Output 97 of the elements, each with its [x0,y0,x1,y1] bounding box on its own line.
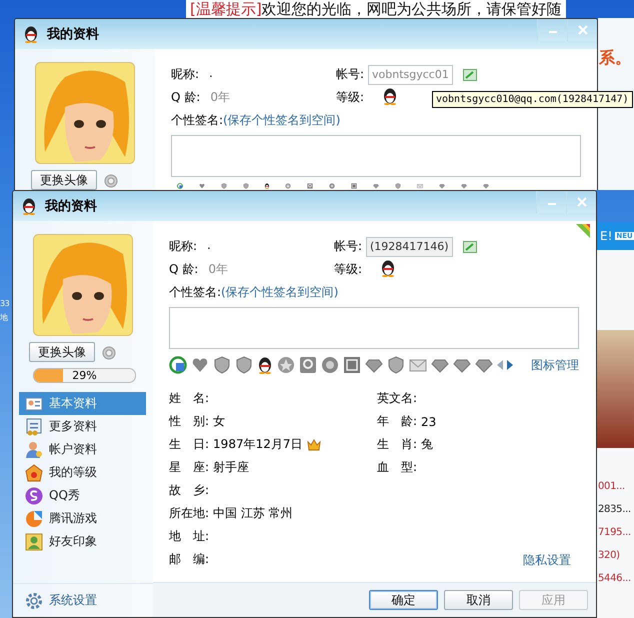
game-logo-icon [25,510,43,528]
nav-item[interactable]: 帐户资料 [19,438,146,461]
level-penguin-icon [380,259,396,277]
shield-icon[interactable] [235,356,253,374]
nav-item[interactable]: 更多资料 [19,415,146,438]
nav-item[interactable]: QQ秀 [19,484,146,507]
account-label: 帐号: [334,238,364,255]
list-entry[interactable]: 320) [598,549,631,562]
scroll-left-icon[interactable] [497,360,503,370]
progress-text: 29% [71,369,98,382]
dialog-button[interactable]: 取消 [444,590,513,610]
square-badge-icon[interactable] [343,356,361,374]
magnifier-icon[interactable] [299,356,317,374]
account-field[interactable]: (1928417146) [366,236,453,256]
nav-item[interactable]: 好友印象 [19,530,146,553]
notice-banner: [温馨提示]欢迎您的光临，网吧为公共场所，请保管好随 [186,0,566,18]
document-icon [25,418,43,436]
account-field[interactable]: vobntsgycc01 [368,64,453,84]
q-age-label: Q 龄: [171,89,200,106]
settings-link[interactable]: 系统设置 [49,592,97,609]
desktop-text: 地 [0,312,9,324]
field-value: 射手座 [213,459,250,476]
desktop-text: 33 [0,298,10,310]
banner-text: E! [600,229,612,243]
nav-item[interactable]: 基本资料 [19,392,146,415]
list-entry[interactable]: 001... [598,480,631,493]
signature-label: 个性签名: [171,112,224,129]
signature-field[interactable] [171,135,581,177]
camera-icon[interactable] [101,344,117,360]
save-signature-link[interactable]: (保存个性签名到空间) [221,284,338,301]
list-entry[interactable]: 5446... [598,572,631,585]
star-icon[interactable] [277,356,295,374]
window-title: 我的资料 [45,198,97,215]
field-label: 故 乡: [169,482,210,499]
person-icon [25,440,43,458]
penguin-icon [257,356,273,374]
color-corner-icon[interactable] [576,224,590,238]
field-label: 邮 编: [169,551,210,568]
field-label: 英文名: [377,390,418,407]
signature-label: 个性签名: [169,284,222,301]
field-label: 性 别: [169,413,210,430]
q-age-value: 0年 [210,89,230,106]
field-label: 生 日: [169,436,210,453]
scroll-right-icon[interactable] [507,360,513,370]
close-icon [578,25,588,35]
close-icon [576,197,586,207]
nickname-label: 昵称: [169,238,198,255]
penguin-icon [23,25,39,43]
swirl-icon [25,486,43,504]
field-label: 血 型: [377,459,418,476]
field-label: 生 肖: [377,436,418,453]
penguin-icon [21,197,37,215]
shield-icon[interactable] [213,356,231,374]
icon-manage-link[interactable]: 图标管理 [531,356,579,374]
edit-icon[interactable] [462,68,477,80]
change-avatar-button[interactable]: 更换头像 [29,342,95,362]
q-age-label: Q 龄: [169,261,198,278]
id-card-icon [25,396,43,412]
nav-item[interactable]: 腾讯游戏 [19,507,146,530]
nickname-value: . [209,66,213,82]
crown-icon [25,464,43,482]
field-label: 年 龄: [377,413,418,430]
field-label: 所在地: [169,505,210,522]
change-avatar-button[interactable]: 更换头像 [31,170,97,190]
nav-item[interactable]: 我的等级 [19,461,146,484]
shield-icon[interactable] [387,356,405,374]
round-badge-icon[interactable] [321,356,339,374]
q-age-value: 0年 [208,261,228,278]
level-penguin-icon [382,87,398,105]
field-value: 23 [421,414,436,428]
settings-icon[interactable] [25,592,43,610]
save-signature-link[interactable]: (保存个性签名到空间) [223,112,340,129]
signature-field[interactable] [169,307,579,349]
portrait-icon [25,532,43,550]
field-value: 兔 [421,436,434,453]
heart-icon[interactable] [191,356,209,374]
list-entry[interactable]: 7195... [598,526,631,539]
privacy-settings-link[interactable]: 隐私设置 [523,552,571,569]
level-label: 等级: [336,89,366,106]
field-label: 星 座: [169,459,210,476]
field-value: 女 [213,413,226,430]
window-title: 我的资料 [47,26,99,43]
notice-text: 系。 [599,48,631,69]
globe-icon[interactable] [169,356,187,374]
dialog-button[interactable]: 确定 [369,590,438,610]
account-label: 帐号: [336,66,366,83]
camera-icon[interactable] [103,172,119,188]
level-label: 等级: [334,261,364,278]
edit-icon[interactable] [462,240,477,252]
field-value: 中国 江苏 常州 [213,505,293,522]
field-label: 地 址: [169,528,210,545]
list-entry[interactable]: 2835... [598,503,631,516]
field-label: 姓 名: [169,390,210,407]
nickname-label: 昵称: [171,66,200,83]
nickname-value: . [207,238,211,254]
field-value: 1987年12月7日 [213,436,302,453]
tooltip: vobntsgycc010@qq.com(1928417147) [432,91,633,108]
